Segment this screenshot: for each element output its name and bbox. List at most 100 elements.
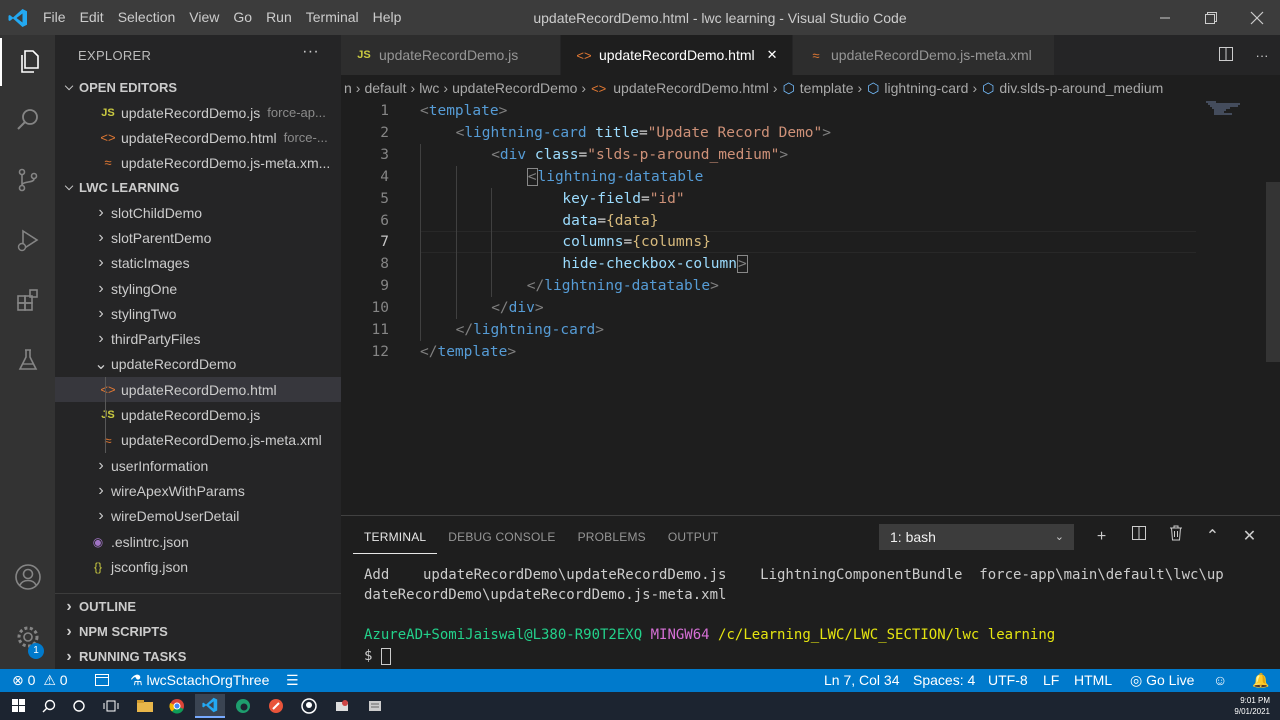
maximize-panel-icon[interactable]: ⌃ <box>1194 524 1231 550</box>
code-editor[interactable]: 1 <template> 2 <lightning-card title="Updat… <box>341 100 1266 515</box>
app-icon[interactable] <box>261 694 291 718</box>
windows-start-icon[interactable] <box>4 694 34 718</box>
panel-tab-debug-console[interactable]: DEBUG CONSOLE <box>437 522 566 554</box>
open-editor-item[interactable]: JS updateRecordDemo.js force-ap... <box>55 100 341 125</box>
tree-item[interactable]: › stylingOne <box>55 276 341 301</box>
breadcrumb-item[interactable]: template <box>800 80 854 96</box>
code-line: 2 <lightning-card title="Update Record De… <box>341 122 1266 144</box>
menu-edit[interactable]: Edit <box>73 0 111 35</box>
line-endings[interactable]: LF <box>1043 669 1059 692</box>
chrome-icon[interactable] <box>162 694 192 718</box>
explorer-icon[interactable] <box>0 38 55 86</box>
panel-tab-output[interactable]: OUTPUT <box>657 522 730 554</box>
encoding[interactable]: UTF-8 <box>988 669 1028 692</box>
menu-selection[interactable]: Selection <box>111 0 183 35</box>
section-running-tasks[interactable]: › RUNNING TASKS <box>55 644 341 669</box>
tree-item[interactable]: ◉ .eslintrc.json <box>55 529 341 554</box>
scrollbar-thumb[interactable] <box>1266 182 1280 362</box>
file-explorer-icon[interactable] <box>130 694 160 718</box>
tree-item[interactable]: JS updateRecordDemo.js <box>55 402 341 427</box>
close-tab-icon[interactable]: ✕ <box>767 47 778 63</box>
editor-scrollbar[interactable] <box>1266 100 1280 515</box>
open-editors-section[interactable]: ⌵ OPEN EDITORS <box>55 75 341 100</box>
tree-item[interactable]: ≈ updateRecordDemo.js-meta.xml <box>55 428 341 453</box>
tree-item[interactable]: › stylingTwo <box>55 301 341 326</box>
tree-item[interactable]: <> updateRecordDemo.html <box>55 377 341 403</box>
kill-terminal-icon[interactable] <box>1157 524 1194 550</box>
section-outline[interactable]: › OUTLINE <box>55 594 341 619</box>
terminal-select[interactable]: 1: bash ⌄ <box>879 524 1074 550</box>
more-actions-icon[interactable]: ··· <box>1244 48 1280 63</box>
split-editor-icon[interactable] <box>1208 46 1244 65</box>
breadcrumb-item[interactable]: n <box>344 80 352 96</box>
cursor-position[interactable]: Ln 7, Col 34 <box>824 669 900 692</box>
close-window-icon[interactable] <box>1234 0 1280 35</box>
tab-updaterecorddemo-js-meta-xml[interactable]: ≈ updateRecordDemo.js-meta.xml <box>793 35 1055 75</box>
clock[interactable]: 9:01 PM 9/01/2021 <box>1234 695 1270 717</box>
cortana-icon[interactable] <box>64 694 94 718</box>
section-npm-scripts[interactable]: › NPM SCRIPTS <box>55 619 341 644</box>
vscode-logo-icon[interactable] <box>0 0 36 35</box>
menu-help[interactable]: Help <box>366 0 409 35</box>
account-icon[interactable] <box>0 553 55 601</box>
vscode-taskbar-icon[interactable] <box>195 694 225 718</box>
menu-file[interactable]: File <box>36 0 73 35</box>
github-icon[interactable] <box>294 694 324 718</box>
org-browser-icon[interactable] <box>94 669 110 692</box>
menu-go[interactable]: Go <box>226 0 259 35</box>
more-actions-icon[interactable]: ··· <box>302 43 319 61</box>
language-mode[interactable]: HTML <box>1074 669 1112 692</box>
tab-updaterecorddemo-html[interactable]: <> updateRecordDemo.html ✕ <box>561 35 793 75</box>
minimap[interactable] <box>1200 100 1260 120</box>
breadcrumb-item[interactable]: updateRecordDemo.html <box>613 80 769 96</box>
tree-item[interactable]: › thirdPartyFiles <box>55 326 341 351</box>
app-icon[interactable] <box>327 694 357 718</box>
task-view-icon[interactable] <box>96 694 126 718</box>
panel-tab-terminal[interactable]: TERMINAL <box>353 522 438 554</box>
breadcrumb-item[interactable]: updateRecordDemo <box>452 80 577 96</box>
extensions-icon[interactable] <box>0 276 55 324</box>
feedback-icon[interactable]: ☺ <box>1213 669 1227 692</box>
tree-item[interactable]: ⌄ updateRecordDemo <box>55 352 341 377</box>
panel-tab-problems[interactable]: PROBLEMS <box>567 522 657 554</box>
breadcrumb-item[interactable]: lwc <box>419 80 439 96</box>
split-terminal-icon[interactable] <box>1120 524 1157 550</box>
breadcrumb-item[interactable]: default <box>364 80 406 96</box>
notifications-icon[interactable]: 🔔 <box>1252 669 1269 692</box>
tree-item[interactable]: › wireDemoUserDetail <box>55 504 341 529</box>
tree-item[interactable]: › slotParentDemo <box>55 225 341 250</box>
workspace-section[interactable]: ⌵ LWC LEARNING <box>55 175 341 200</box>
app-icon[interactable] <box>360 694 390 718</box>
run-debug-icon[interactable] <box>0 216 55 264</box>
tree-item[interactable]: › userInformation <box>55 453 341 478</box>
menu-list-icon[interactable]: ☰ <box>286 669 299 692</box>
indentation[interactable]: Spaces: 4 <box>913 669 975 692</box>
open-editor-item[interactable]: <> updateRecordDemo.html force-... <box>55 125 341 150</box>
menu-view[interactable]: View <box>182 0 226 35</box>
tree-item[interactable]: › wireApexWithParams <box>55 478 341 503</box>
menu-terminal[interactable]: Terminal <box>299 0 366 35</box>
search-icon[interactable] <box>0 96 55 144</box>
search-icon[interactable] <box>34 694 64 718</box>
restore-icon[interactable] <box>1188 0 1234 35</box>
settings-gear-icon[interactable]: 1 <box>0 613 55 661</box>
tree-item[interactable]: {} jsconfig.json <box>55 554 341 579</box>
edge-icon[interactable] <box>228 694 258 718</box>
breadcrumb-item[interactable]: div.slds-p-around_medium <box>999 80 1163 96</box>
open-editor-item[interactable]: ≈ updateRecordDemo.js-meta.xm... <box>55 150 341 175</box>
new-terminal-icon[interactable]: + <box>1083 524 1120 550</box>
minimize-icon[interactable] <box>1142 0 1188 35</box>
code-token: "id" <box>649 190 685 207</box>
source-control-icon[interactable] <box>0 156 55 204</box>
org-status[interactable]: ⚗ lwcSctachOrgThree <box>130 669 269 692</box>
breadcrumb-item[interactable]: lightning-card <box>884 80 968 96</box>
terminal-input-line[interactable]: $ <box>364 646 391 666</box>
tab-updaterecorddemo-js[interactable]: JS updateRecordDemo.js <box>341 35 561 75</box>
testing-icon[interactable] <box>0 336 55 384</box>
tree-item[interactable]: › staticImages <box>55 251 341 276</box>
problems-status[interactable]: ⊗ 0 ⚠ 0 <box>12 669 68 692</box>
close-panel-icon[interactable]: ✕ <box>1231 524 1268 550</box>
menu-run[interactable]: Run <box>259 0 299 35</box>
tree-item[interactable]: › slotChildDemo <box>55 200 341 225</box>
go-live[interactable]: ◎ Go Live <box>1130 669 1194 692</box>
